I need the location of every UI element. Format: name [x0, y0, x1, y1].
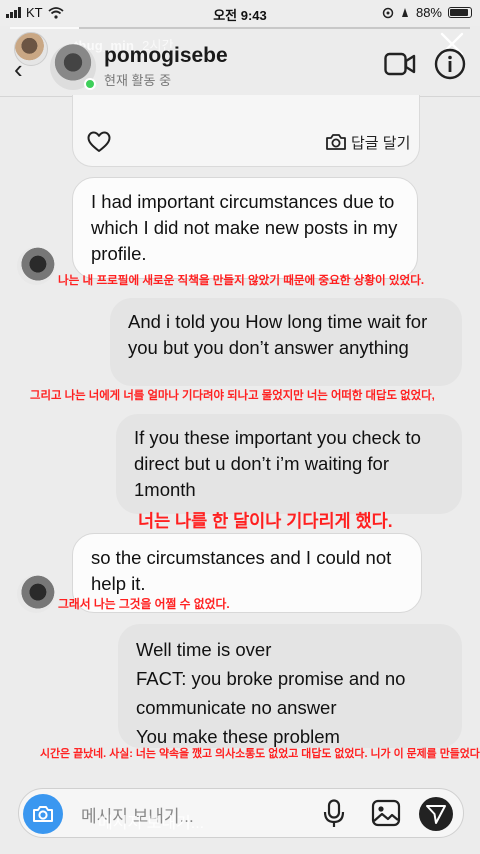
microphone-icon[interactable]: [323, 799, 345, 829]
heart-icon[interactable]: [87, 131, 111, 153]
online-status-dot: [84, 78, 96, 90]
chat-active-status: 현재 활동 중: [104, 73, 172, 88]
battery-icon: [448, 7, 472, 18]
translation-caption: 너는 나를 한 달이나 기다리게 했다.: [138, 511, 393, 531]
alarm-icon: [401, 7, 408, 17]
message-bubble[interactable]: And i told you How long time wait for yo…: [110, 298, 462, 386]
translation-caption: 그래서 나는 그것을 어쩔 수 없었다.: [58, 597, 230, 611]
reply-button[interactable]: 답글 달기: [351, 132, 410, 153]
message-composer: 메시지 보내기...: [18, 788, 464, 838]
message-bubble[interactable]: If you these important you check to dire…: [116, 414, 462, 514]
story-progress-bar: [10, 27, 470, 29]
sticker-send-button[interactable]: [419, 797, 453, 831]
camera-icon: [33, 806, 53, 822]
back-arrow-icon[interactable]: ‹: [14, 54, 23, 85]
story-header: thug_min 2시간 ‹ pomogisebe 현재 활동 중: [0, 30, 480, 96]
location-icon: [382, 7, 394, 18]
sender-avatar[interactable]: [17, 575, 55, 613]
translation-caption: 나는 내 프로필에 새로운 직책을 만들지 않았기 때문에 중요한 상황이 있었…: [58, 274, 425, 287]
composer-camera-button[interactable]: [23, 794, 63, 834]
chat-title[interactable]: pomogisebe: [104, 44, 228, 68]
sender-avatar[interactable]: [17, 247, 55, 285]
translation-caption: 시간은 끝났네. 사실: 너는 약속을 깼고 의사소통도 없었고 대답도 없었다…: [40, 748, 480, 760]
shared-post-card[interactable]: 답글 달기: [72, 95, 420, 167]
paper-plane-icon: [426, 805, 446, 824]
info-icon[interactable]: [434, 48, 466, 80]
translation-caption: 그리고 나는 너에게 너를 얼마나 기다려야 되나고 물었지만 너는 어떠한 대…: [30, 390, 435, 402]
message-bubble[interactable]: I had important circumstances due to whi…: [72, 177, 418, 279]
battery-label: 88%: [415, 5, 442, 20]
gallery-icon[interactable]: [371, 799, 401, 827]
status-right: 88%: [382, 5, 472, 20]
video-call-icon[interactable]: [384, 52, 416, 76]
story-reply-placeholder[interactable]: 메시지 보내기...: [98, 809, 204, 833]
status-bar: KT 오전 9:43 88%: [0, 0, 480, 26]
camera-icon[interactable]: [325, 133, 347, 151]
message-bubble[interactable]: Well time is over FACT: you broke promis…: [118, 624, 462, 748]
